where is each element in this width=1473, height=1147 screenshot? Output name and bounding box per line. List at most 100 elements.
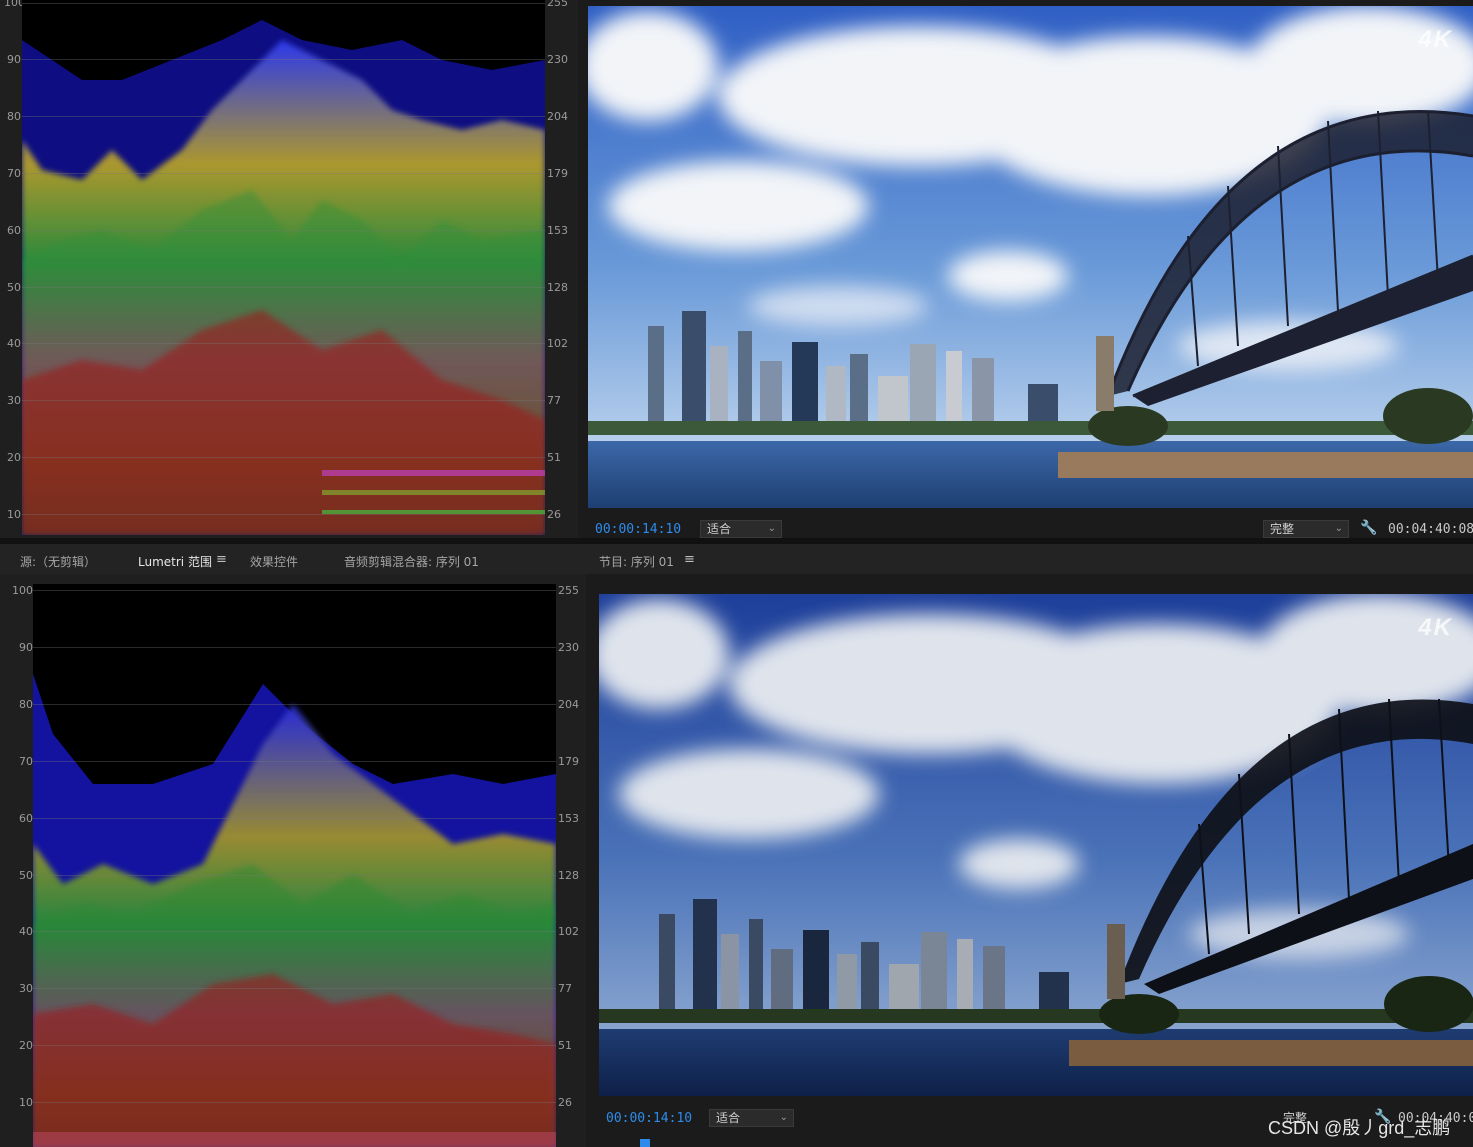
gridline bbox=[33, 590, 556, 591]
tab-program-monitor[interactable]: 节目: 序列 01 bbox=[599, 553, 674, 570]
gridline bbox=[22, 343, 545, 344]
gridline bbox=[33, 704, 556, 705]
tick-label: 40 bbox=[7, 337, 21, 350]
gridline bbox=[22, 59, 545, 60]
tick-label: 153 bbox=[547, 224, 568, 237]
current-timecode[interactable]: 00:00:14:10 bbox=[595, 522, 681, 537]
fit-zoom-label: 适合 bbox=[716, 1111, 741, 1125]
top-program-monitor: 4K 00:00:14:10 适合 ⌄ 完整 ⌄ 🔧 00:04:40:08 bbox=[578, 0, 1473, 540]
top-video-frame[interactable]: 4K bbox=[588, 6, 1473, 508]
chevron-down-icon: ⌄ bbox=[767, 523, 776, 534]
gridline bbox=[22, 173, 545, 174]
tab-lumetri-scopes[interactable]: Lumetri 范围 bbox=[138, 553, 212, 576]
tick-label: 230 bbox=[558, 641, 579, 654]
program-panel-tabbar: 节目: 序列 01 ≡ bbox=[586, 544, 1473, 574]
tick-label: 102 bbox=[547, 337, 568, 350]
tick-label: 50 bbox=[7, 281, 21, 294]
tick-label: 80 bbox=[7, 110, 21, 123]
gridline bbox=[22, 400, 545, 401]
chevron-down-icon: ⌄ bbox=[779, 1112, 788, 1123]
tab-audio-clip-mixer[interactable]: 音频剪辑混合器: 序列 01 bbox=[344, 553, 479, 570]
playback-resolution-dropdown[interactable]: 完整 ⌄ bbox=[1263, 520, 1349, 538]
tick-label: 70 bbox=[19, 755, 33, 768]
tick-label: 40 bbox=[19, 925, 33, 938]
tick-label: 204 bbox=[547, 110, 568, 123]
bottom-scope-left-axis: 100 90 80 70 60 50 40 30 20 10 bbox=[0, 574, 33, 1147]
gridline bbox=[22, 116, 545, 117]
tick-label: 128 bbox=[558, 869, 579, 882]
tab-source[interactable]: 源:（无剪辑） bbox=[20, 553, 96, 570]
tick-label: 77 bbox=[547, 394, 561, 407]
tick-label: 179 bbox=[558, 755, 579, 768]
bottom-program-monitor: 4K 00:00:14:10 适合 ⌄ 完整 🔧 00:04:40:08 bbox=[586, 574, 1473, 1147]
gridline bbox=[33, 1045, 556, 1046]
tick-label: 255 bbox=[558, 584, 579, 597]
gridline bbox=[33, 761, 556, 762]
bottom-scope-panel: 100 90 80 70 60 50 40 30 20 10 255 230 2… bbox=[0, 574, 586, 1147]
tick-label: 51 bbox=[558, 1039, 572, 1052]
tick-label: 77 bbox=[558, 982, 572, 995]
tick-label: 70 bbox=[7, 167, 21, 180]
bottom-waveform-scope bbox=[33, 584, 556, 1147]
tick-label: 10 bbox=[7, 508, 21, 521]
tick-label: 90 bbox=[7, 53, 21, 66]
fit-zoom-dropdown[interactable]: 适合 ⌄ bbox=[700, 520, 782, 538]
csdn-watermark: CSDN @殷丿grd_志鹏 bbox=[1268, 1118, 1451, 1138]
bottom-scope-right-axis: 255 230 204 179 153 128 102 77 51 26 bbox=[556, 574, 586, 1147]
gridline bbox=[33, 647, 556, 648]
tick-label: 10 bbox=[19, 1096, 33, 1109]
gridline bbox=[33, 931, 556, 932]
4k-badge: 4K bbox=[1418, 26, 1453, 53]
chevron-down-icon: ⌄ bbox=[1334, 523, 1343, 534]
top-scope-right-axis: 255 230 204 179 153 128 102 77 51 26 bbox=[545, 0, 578, 538]
gridline bbox=[33, 988, 556, 989]
bottom-waveform-graphic bbox=[33, 674, 556, 1147]
tick-label: 20 bbox=[19, 1039, 33, 1052]
top-scope-panel: 100 90 80 70 60 50 40 30 20 10 255 230 2… bbox=[0, 0, 578, 538]
gridline bbox=[33, 1102, 556, 1103]
tick-label: 100 bbox=[12, 584, 33, 597]
4k-badge: 4K bbox=[1418, 614, 1453, 641]
tick-label: 153 bbox=[558, 812, 579, 825]
tick-label: 51 bbox=[547, 451, 561, 464]
tick-label: 30 bbox=[19, 982, 33, 995]
tick-label: 60 bbox=[19, 812, 33, 825]
panel-menu-icon[interactable]: ≡ bbox=[216, 552, 227, 567]
tick-label: 255 bbox=[547, 0, 568, 9]
tick-label: 80 bbox=[19, 698, 33, 711]
current-timecode[interactable]: 00:00:14:10 bbox=[606, 1111, 692, 1126]
tick-label: 90 bbox=[19, 641, 33, 654]
gridline bbox=[22, 457, 545, 458]
scope-panel-tabbar: 源:（无剪辑） Lumetri 范围 ≡ 效果控件 音频剪辑混合器: 序列 01 bbox=[0, 544, 586, 576]
bottom-video-image bbox=[599, 594, 1473, 1096]
bottom-video-frame[interactable]: 4K bbox=[599, 594, 1473, 1096]
playhead-marker[interactable] bbox=[640, 1139, 650, 1147]
gridline bbox=[22, 3, 545, 4]
gridline bbox=[22, 230, 545, 231]
gridline bbox=[33, 818, 556, 819]
resolution-label: 完整 bbox=[1270, 522, 1295, 536]
tick-label: 50 bbox=[19, 869, 33, 882]
tick-label: 20 bbox=[7, 451, 21, 464]
gridline bbox=[22, 514, 545, 515]
gridline bbox=[33, 875, 556, 876]
top-waveform-scope bbox=[22, 0, 545, 535]
top-scope-left-axis: 100 90 80 70 60 50 40 30 20 10 bbox=[0, 0, 25, 538]
tick-label: 102 bbox=[558, 925, 579, 938]
fit-zoom-label: 适合 bbox=[707, 522, 732, 536]
duration-timecode: 00:04:40:08 bbox=[1388, 522, 1473, 537]
tick-label: 230 bbox=[547, 53, 568, 66]
tick-label: 26 bbox=[547, 508, 561, 521]
wrench-icon[interactable]: 🔧 bbox=[1360, 520, 1377, 536]
tick-label: 30 bbox=[7, 394, 21, 407]
panel-menu-icon[interactable]: ≡ bbox=[684, 552, 695, 567]
tick-label: 204 bbox=[558, 698, 579, 711]
tick-label: 26 bbox=[558, 1096, 572, 1109]
tick-label: 128 bbox=[547, 281, 568, 294]
tab-effect-controls[interactable]: 效果控件 bbox=[250, 553, 298, 570]
gridline bbox=[22, 287, 545, 288]
fit-zoom-dropdown[interactable]: 适合 ⌄ bbox=[709, 1109, 794, 1127]
top-video-image bbox=[588, 6, 1473, 508]
tick-label: 179 bbox=[547, 167, 568, 180]
tick-label: 60 bbox=[7, 224, 21, 237]
